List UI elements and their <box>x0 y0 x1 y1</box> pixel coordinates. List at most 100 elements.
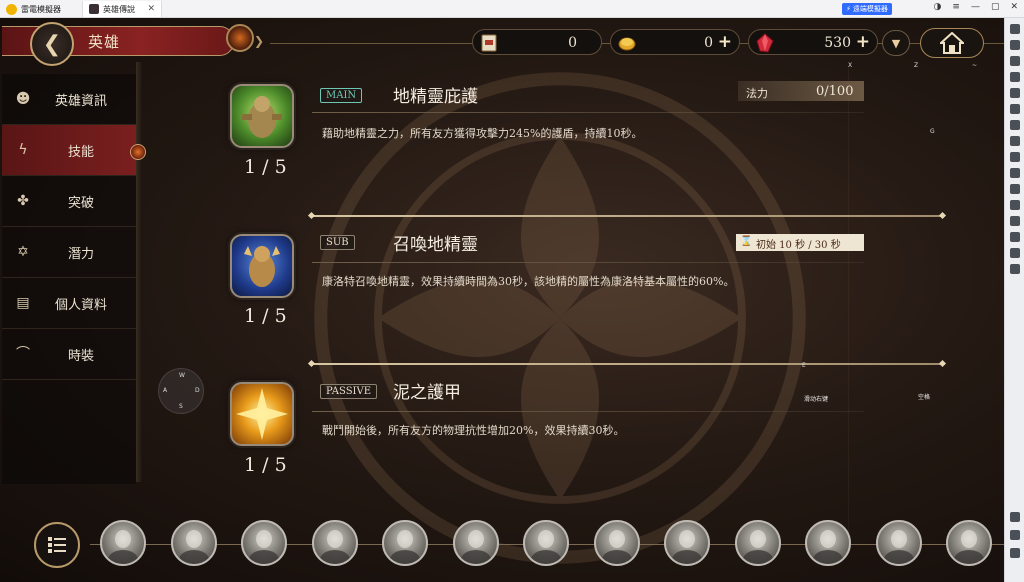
skill-desc-sub: 康洛特召喚地精靈，效果持續時間為30秒，該地精的屬性為康洛特基本屬性的60%。 <box>322 275 735 288</box>
volume-down-icon[interactable] <box>1010 72 1020 82</box>
skill-level-main: 1 / 5 <box>244 156 287 178</box>
shake-icon[interactable] <box>1010 136 1020 146</box>
minimize-icon[interactable]: — <box>971 2 980 12</box>
screenshot-icon[interactable] <box>1010 88 1020 98</box>
back-nav-icon[interactable] <box>1010 512 1020 522</box>
currency-gem: 530 + <box>748 29 878 55</box>
hero-portrait[interactable] <box>382 520 428 566</box>
hourglass-icon: ⌛ <box>740 236 753 247</box>
skill-name-passive: 泥之護甲 <box>393 383 461 403</box>
hero-portrait[interactable] <box>523 520 569 566</box>
mana-label: 法力 <box>746 87 768 100</box>
add-gem-button[interactable]: + <box>856 32 870 52</box>
key-hint-e: E <box>802 362 806 369</box>
hero-portrait[interactable] <box>100 520 146 566</box>
gem-amount: 530 <box>824 35 851 51</box>
volume-up-icon[interactable] <box>1010 56 1020 66</box>
folder-icon[interactable] <box>1010 232 1020 242</box>
tab-close-icon[interactable]: ✕ <box>147 4 155 14</box>
home-icon <box>940 32 964 54</box>
skill-notification-icon <box>130 144 146 160</box>
sidebar-item-label: 潛力 <box>67 246 94 262</box>
more-icon[interactable] <box>1010 264 1020 274</box>
header-chevron-icon: ❯ <box>254 34 265 48</box>
hero-portrait[interactable] <box>664 520 710 566</box>
hero-portrait[interactable] <box>946 520 992 566</box>
account-icon[interactable]: ◑ <box>934 2 942 12</box>
sidebar-item-hero-info[interactable]: ☻ 英雄資訊 <box>2 74 136 125</box>
skill-icon-sub[interactable] <box>230 234 294 298</box>
home-button[interactable] <box>920 28 984 58</box>
dpad-d: D <box>195 387 200 394</box>
game-tab-label: 英雄傳說 <box>103 4 135 14</box>
back-button[interactable]: ❮ <box>30 22 74 66</box>
sync-icon[interactable] <box>1010 184 1020 194</box>
maximize-icon[interactable]: ▢ <box>991 2 1000 12</box>
arrow-left-icon: ❮ <box>42 31 62 57</box>
emulator-titlebar: 雷電模擬器 英雄傳說 ✕ ⚡ 遠端模擬器 ◑ ≡ — ▢ ✕ <box>0 0 1024 18</box>
record-icon[interactable] <box>1010 104 1020 114</box>
chevron-down-icon: ▼ <box>891 36 901 50</box>
hanger-icon: ⌒ <box>16 346 30 362</box>
close-window-icon[interactable]: ✕ <box>1010 2 1018 12</box>
hero-list-menu-button[interactable] <box>24 518 86 574</box>
skill-icon-main[interactable] <box>230 84 294 148</box>
remote-emulator-button[interactable]: ⚡ 遠端模擬器 <box>842 3 892 15</box>
summon-spirit-icon <box>244 246 280 287</box>
currency-gold: 0 + <box>610 29 740 55</box>
skill-name-sub: 召喚地精靈 <box>393 235 478 255</box>
sidebar-item-label: 突破 <box>67 195 94 211</box>
add-gold-button[interactable]: + <box>718 32 732 52</box>
menu-icon[interactable]: ≡ <box>952 2 960 12</box>
skill-tag-passive: PASSIVE <box>320 384 378 399</box>
clover-icon: ✤ <box>17 193 29 209</box>
currency-dropdown-button[interactable]: ▼ <box>882 30 910 56</box>
dpad-w: W <box>179 372 185 379</box>
sidebar-item-label: 技能 <box>67 144 94 160</box>
tab-game[interactable]: 英雄傳說 ✕ <box>82 1 162 17</box>
sidebar-item-breakthrough[interactable]: ✤ 突破 <box>2 176 136 227</box>
sidebar-item-label: 個人資料 <box>54 297 107 313</box>
sidebar-item-skills[interactable]: ϟ 技能 <box>2 125 136 176</box>
hero-portrait[interactable] <box>593 520 640 566</box>
skill-underline <box>312 262 864 263</box>
hero-portrait[interactable] <box>311 520 358 566</box>
dpad-a: A <box>163 387 168 394</box>
skill-divider <box>312 215 942 217</box>
location-icon[interactable] <box>1010 248 1020 258</box>
hero-portrait[interactable] <box>170 520 217 566</box>
hero-portrait[interactable] <box>452 520 499 566</box>
key-hint-scroll: 滑动右键 <box>804 396 829 403</box>
tab-emulator-app[interactable]: 雷電模擬器 <box>0 1 82 17</box>
skill-tag-sub: SUB <box>320 235 355 250</box>
home-nav-icon[interactable] <box>1010 530 1020 540</box>
keymap-joystick[interactable]: W A D S <box>158 368 204 414</box>
multi-window-icon[interactable] <box>1010 168 1020 178</box>
apk-icon[interactable] <box>1010 120 1020 130</box>
settings-icon[interactable] <box>1010 24 1020 34</box>
skill-underline <box>312 411 864 412</box>
display-icon[interactable] <box>1010 216 1020 226</box>
recent-nav-icon[interactable] <box>1010 548 1020 558</box>
sidebar-item-potential[interactable]: ✡ 潛力 <box>2 227 136 278</box>
skill-underline <box>312 112 864 113</box>
hero-portrait[interactable] <box>241 520 287 566</box>
hero-portrait[interactable] <box>875 520 922 566</box>
skill-icon-passive[interactable] <box>230 382 294 446</box>
fullscreen-icon[interactable] <box>1010 152 1020 162</box>
hero-portrait[interactable] <box>805 520 851 566</box>
sidebar-item-costume[interactable]: ⌒ 時裝 <box>2 329 136 380</box>
sidebar-item-profile[interactable]: ▤ 個人資料 <box>2 278 136 329</box>
cooldown-text: 初始 10 秒 / 30 秒 <box>756 240 841 251</box>
scroll-icon <box>481 34 497 52</box>
sidebar: ☻ 英雄資訊 ϟ 技能 ✤ 突破 ✡ 潛力 ▤ 個人資料 ⌒ 時裝 <box>2 74 136 484</box>
page-title: 英雄 <box>88 33 121 51</box>
hero-portrait[interactable] <box>734 520 781 566</box>
currency-scroll: 0 <box>472 29 602 55</box>
video-icon[interactable] <box>1010 200 1020 210</box>
keyboard-icon[interactable] <box>1010 40 1020 50</box>
cooldown-box: ⌛ 初始 10 秒 / 30 秒 <box>736 234 864 251</box>
key-hint-tilde: ~ <box>972 62 978 69</box>
dpad-s: S <box>179 403 183 410</box>
hero-info-icon: ☻ <box>15 91 31 107</box>
